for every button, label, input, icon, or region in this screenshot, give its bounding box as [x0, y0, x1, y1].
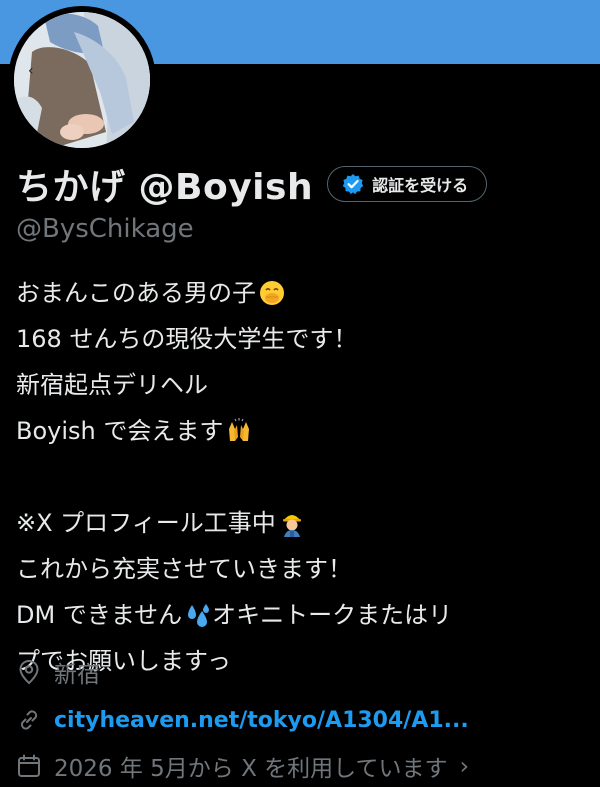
bio-line: 新宿起点デリヘル: [16, 362, 586, 408]
bio-line: Boyish で会えます: [16, 408, 586, 454]
bio-line: DM できません オキニトークまたはリ: [16, 592, 586, 638]
calendar-icon: [18, 754, 40, 777]
joined-date-text: 2026 年 5月から X を利用しています: [54, 756, 448, 782]
verified-badge-icon: [342, 174, 364, 195]
get-verified-button[interactable]: 認証を受ける: [327, 166, 488, 202]
location-pin-icon: [19, 659, 39, 685]
bio-line: 168 せんちの現役大学生です！: [16, 316, 586, 362]
construction-worker-emoji-icon: [282, 515, 301, 537]
display-name: ちかげ @Boyish: [16, 167, 314, 208]
name-row: ちかげ @Boyish 認証を受ける: [16, 162, 488, 208]
user-handle: @BysChikage: [16, 214, 194, 244]
bio-blank-line: [16, 454, 586, 500]
bio-text: Boyish で会えます: [16, 417, 224, 445]
link-chain-icon: [20, 710, 38, 730]
avatar[interactable]: ‹: [8, 6, 156, 154]
bio-line: プでお願いしますっ: [16, 638, 586, 684]
bio-text: 新宿起点デリヘル: [16, 371, 208, 399]
joined-row[interactable]: 2026 年 5月から X を利用しています ›: [16, 748, 469, 784]
bio-line: ※X プロフィール工事中: [16, 500, 586, 546]
bio-text: これから充実させていきます！: [16, 555, 352, 583]
bio-line: おまんこのある男の子: [16, 270, 586, 316]
get-verified-label: 認証を受ける: [372, 176, 469, 195]
profile-bio: おまんこのある男の子 168 せんちの現役大学生です！ 新宿起点デリヘル Boy…: [16, 270, 586, 684]
bio-line: これから充実させていきます！: [16, 546, 586, 592]
location-text: 新宿: [54, 662, 100, 688]
bio-text: ※X プロフィール工事中: [16, 509, 276, 537]
back-arrow-icon[interactable]: ‹: [28, 64, 34, 78]
website-row: cityheaven.net/tokyo/A1304/A1...: [16, 702, 469, 738]
bio-text: 168 せんちの現役大学生です！: [16, 325, 358, 353]
chevron-right-icon[interactable]: ›: [459, 752, 469, 780]
bio-text: おまんこのある男の子: [16, 279, 256, 307]
avatar-photo: ‹: [14, 12, 150, 148]
raising-hands-emoji-icon: [229, 418, 250, 441]
location-row: 新宿: [16, 654, 100, 690]
bio-text: DM できません: [16, 601, 183, 629]
website-link[interactable]: cityheaven.net/tokyo/A1304/A1...: [54, 708, 469, 733]
bio-text: オキニトークまたはリ: [212, 601, 453, 629]
hand-over-mouth-emoji-icon: [260, 281, 284, 305]
sweat-droplets-emoji-icon: [188, 604, 210, 627]
